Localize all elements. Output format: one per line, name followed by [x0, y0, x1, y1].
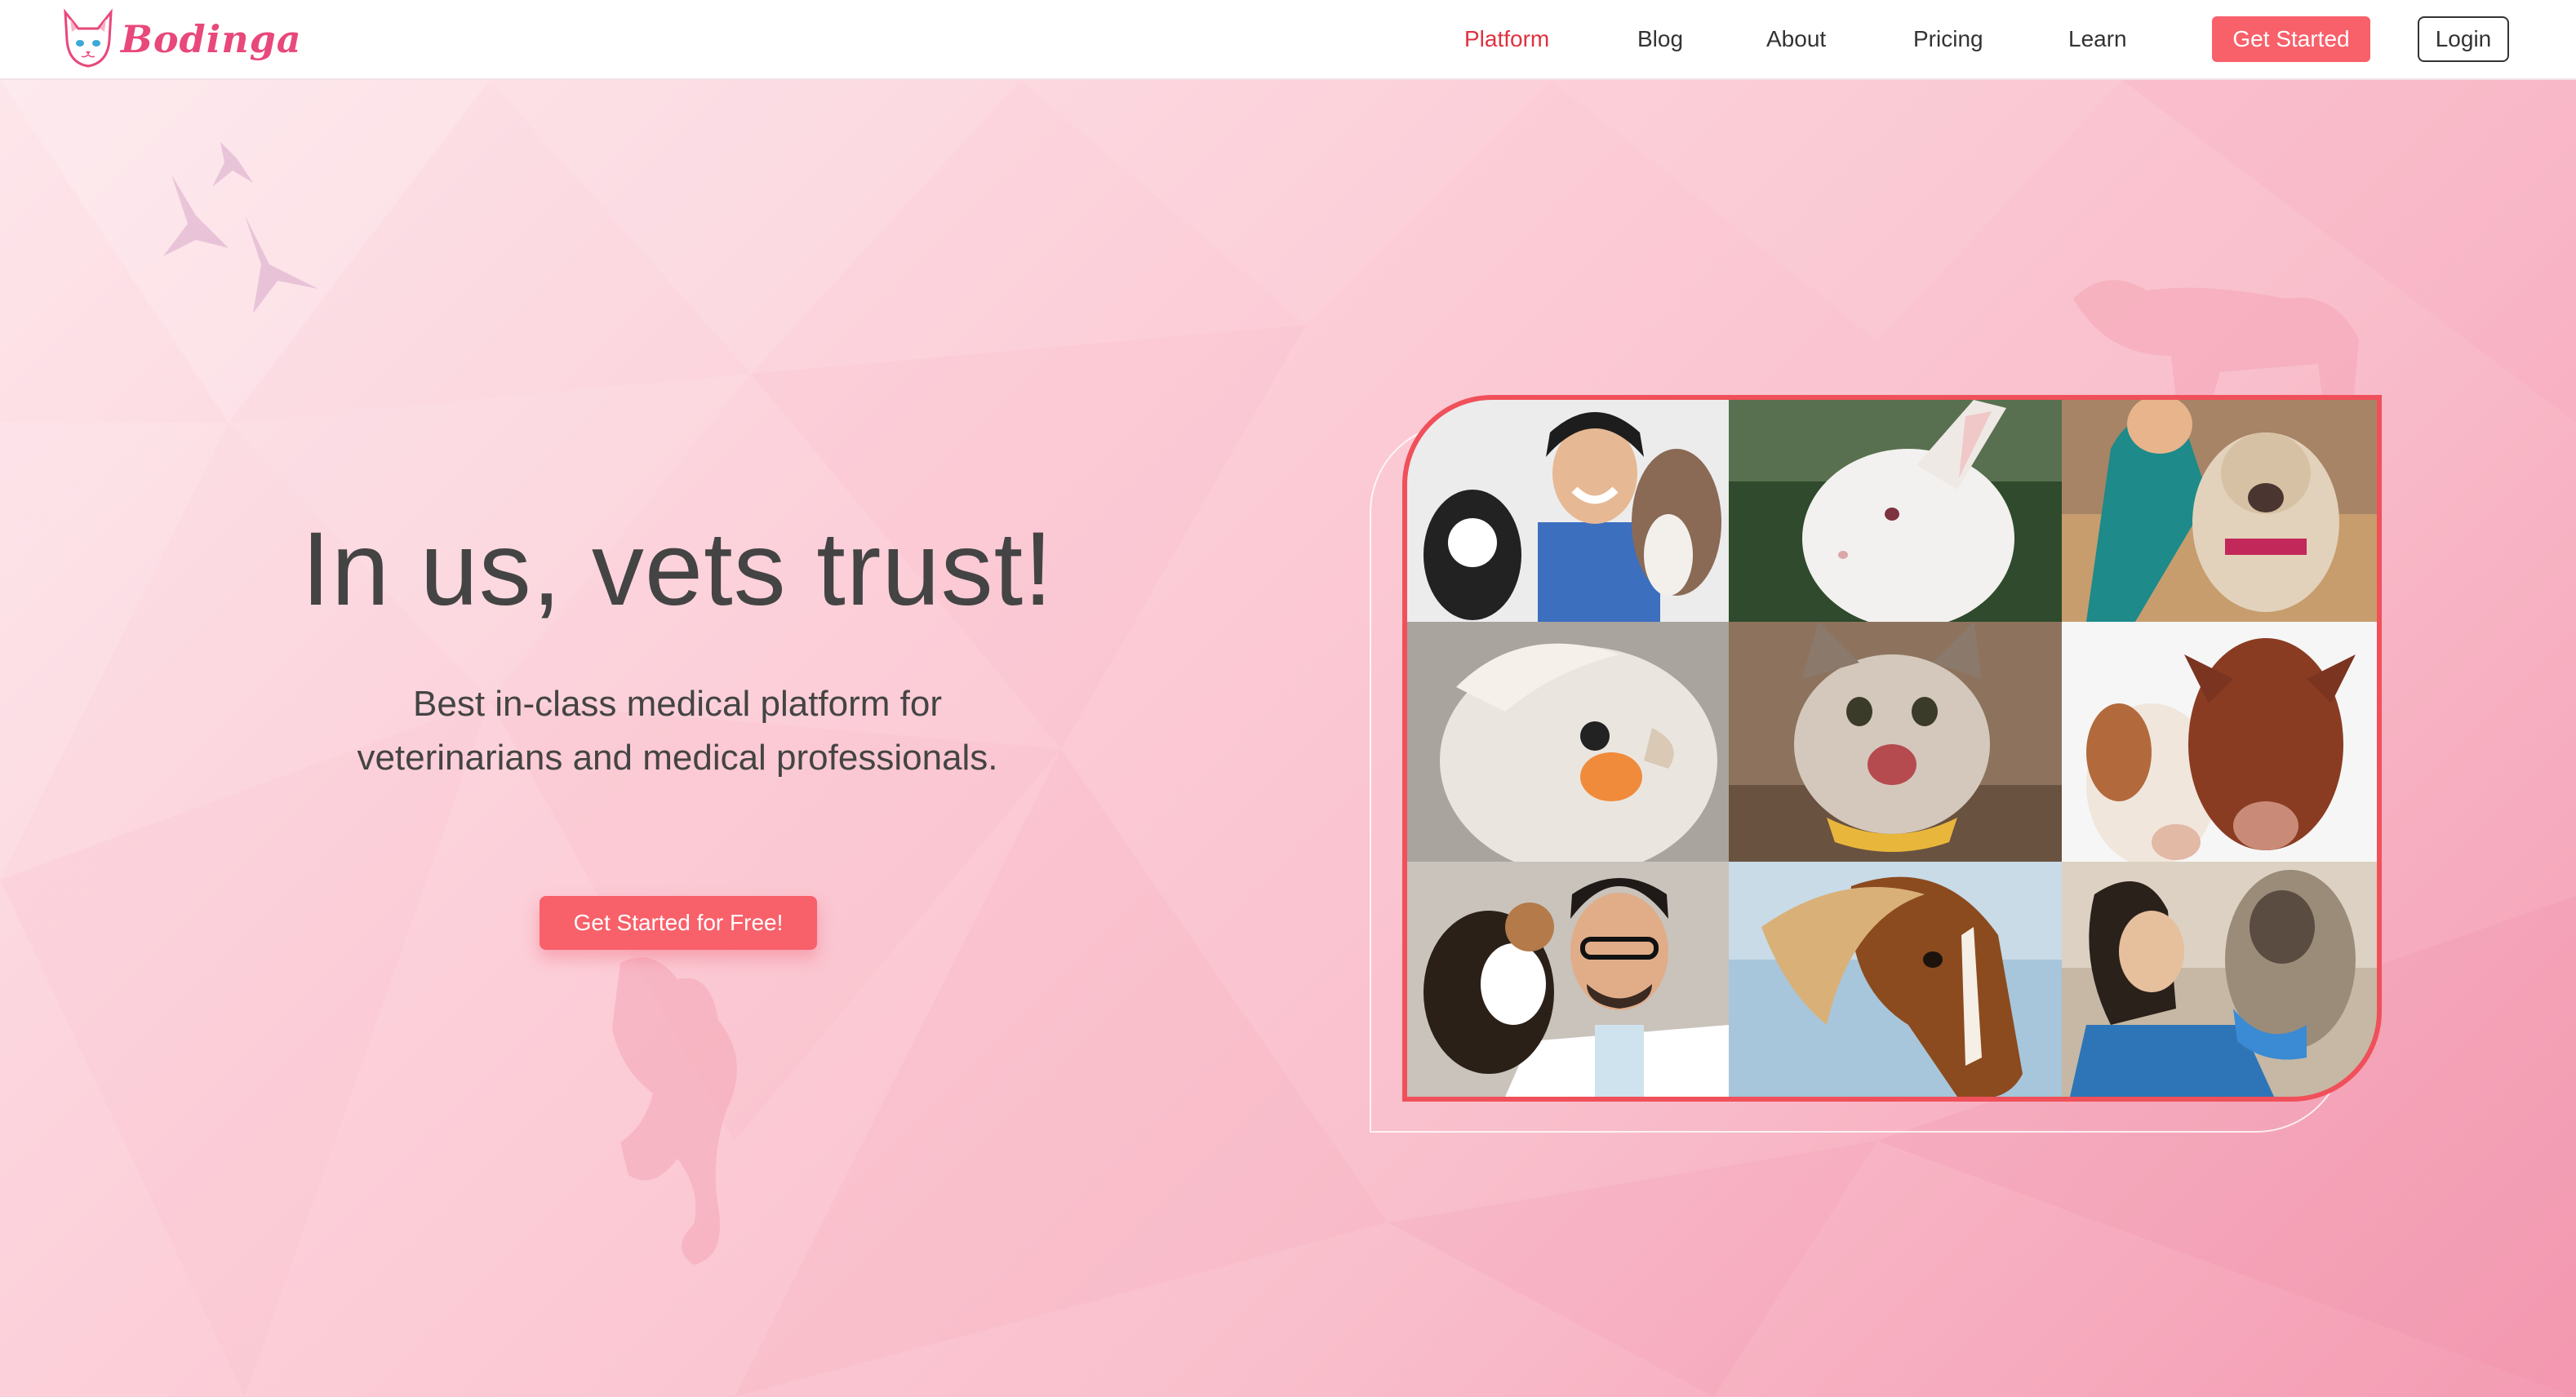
cat-logo-icon — [64, 8, 113, 68]
birds-silhouette-icon — [163, 142, 318, 313]
brand-logo[interactable]: Bodinga — [59, 7, 302, 72]
brand-name: Bodinga — [121, 17, 302, 61]
hero-section: In us, vets trust! Best in-class medical… — [0, 80, 2576, 1397]
hero-title: In us, vets trust! — [301, 511, 1054, 628]
laughing-cat-photo — [1729, 622, 2062, 862]
monkey-silhouette-icon — [612, 957, 737, 1265]
nav-learn-link[interactable]: Learn — [2068, 23, 2127, 55]
vet-with-puppies-photo — [1407, 400, 1729, 622]
nav-blog-link[interactable]: Blog — [1637, 23, 1683, 55]
get-started-free-button[interactable]: Get Started for Free! — [540, 896, 817, 950]
vet-with-french-bulldog-photo — [2062, 400, 2377, 622]
hero-subtitle-line-1: Best in-class medical platform for — [413, 684, 942, 724]
login-button[interactable]: Login — [2418, 16, 2509, 62]
two-calves-photo — [2062, 622, 2377, 862]
white-rabbit-photo — [1729, 400, 2062, 622]
nav-pricing-link[interactable]: Pricing — [1913, 23, 1983, 55]
nav-about-link[interactable]: About — [1766, 23, 1826, 55]
vet-with-dog-photo — [1407, 862, 1729, 1097]
woman-with-yorkshire-terrier-photo — [2062, 862, 2377, 1097]
hero-subtitle-line-2: veterinarians and medical professionals. — [357, 738, 998, 778]
animal-photo-grid — [1402, 395, 2382, 1102]
hero-subtitle: Best in-class medical platform for veter… — [245, 677, 1110, 785]
cockatiel-photo — [1407, 622, 1729, 862]
chestnut-pony-photo — [1729, 862, 2062, 1097]
top-navbar: Bodinga Platform Blog About Pricing Lear… — [0, 0, 2576, 80]
get-started-button[interactable]: Get Started — [2212, 16, 2370, 62]
nav-platform-link[interactable]: Platform — [1464, 23, 1549, 55]
